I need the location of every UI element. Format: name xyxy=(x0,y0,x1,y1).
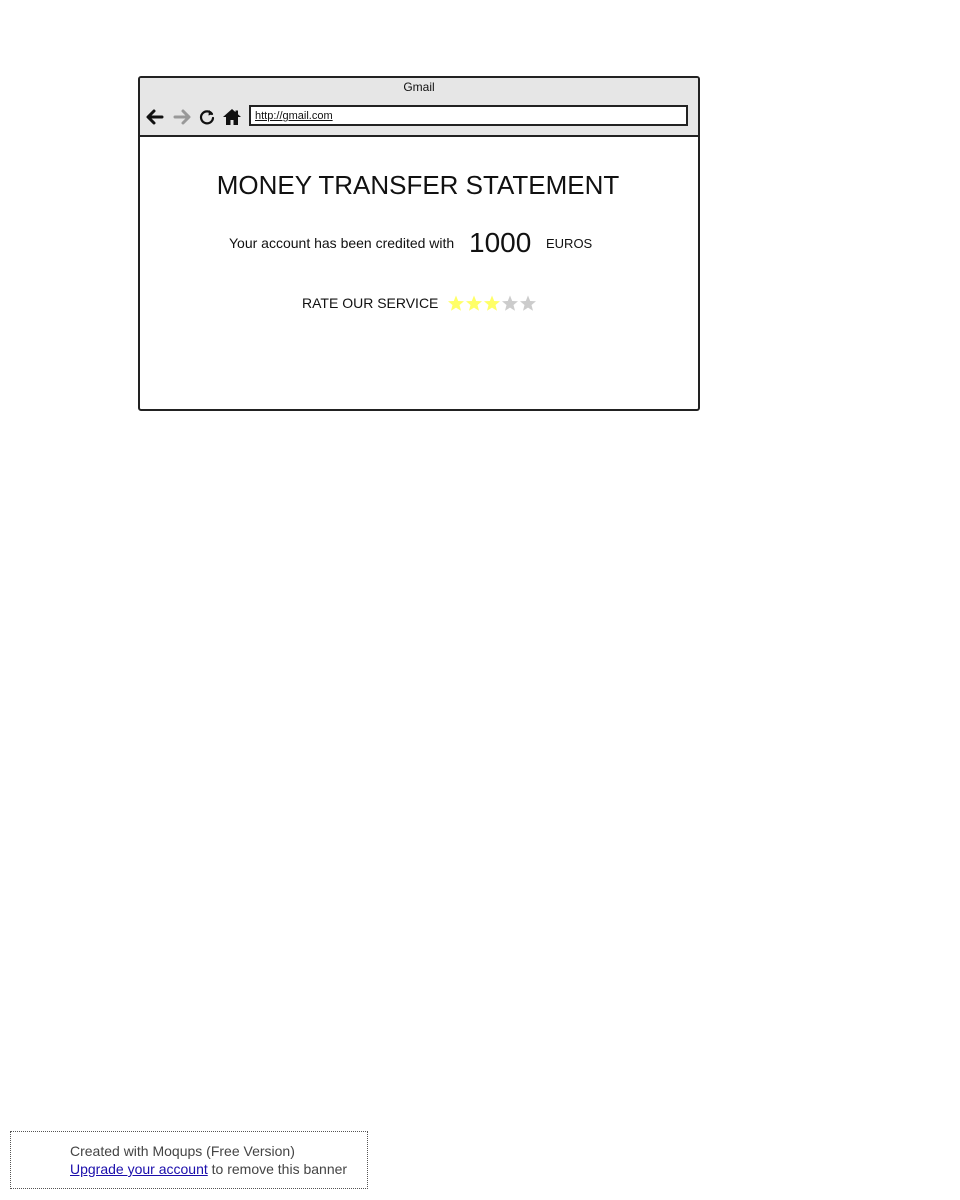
page-content: MONEY TRANSFER STATEMENT Your account ha… xyxy=(140,137,698,409)
home-icon xyxy=(223,109,241,125)
rate-service-label: RATE OUR SERVICE xyxy=(302,295,439,311)
banner-created-text: Created with Moqups (Free Version) xyxy=(70,1143,295,1159)
address-url[interactable]: http://gmail.com xyxy=(255,109,333,123)
forward-button[interactable] xyxy=(171,106,193,128)
reload-icon xyxy=(199,110,215,125)
star-filled-icon[interactable] xyxy=(447,293,465,313)
page-title: MONEY TRANSFER STATEMENT xyxy=(216,170,620,200)
upgrade-account-link[interactable]: Upgrade your account xyxy=(70,1161,208,1177)
star-empty-icon[interactable] xyxy=(501,293,519,313)
window-title: Gmail xyxy=(403,80,435,94)
browser-toolbar: Gmail http://gmail.com xyxy=(140,78,698,137)
browser-window: Gmail http://gmail.com MONEY TRANSFER ST… xyxy=(138,76,700,411)
back-button[interactable] xyxy=(144,106,166,128)
credit-amount: 1000 xyxy=(469,227,532,258)
star-filled-icon[interactable] xyxy=(465,293,483,313)
banner-remove-text: to remove this banner xyxy=(207,1161,348,1177)
reload-button[interactable] xyxy=(196,106,218,128)
star-rating[interactable] xyxy=(447,293,537,313)
banner-upgrade-line: Upgrade your account to remove this bann… xyxy=(70,1160,347,1178)
credit-currency: EUROS xyxy=(546,236,593,251)
home-button[interactable] xyxy=(221,106,243,128)
address-bar[interactable]: http://gmail.com xyxy=(249,105,688,126)
back-arrow-icon xyxy=(146,109,164,125)
moqups-banner: Created with Moqups (Free Version) Upgra… xyxy=(10,1131,368,1189)
credit-message: Your account has been credited with xyxy=(229,235,455,251)
star-empty-icon[interactable] xyxy=(519,293,537,313)
star-filled-icon[interactable] xyxy=(483,293,501,313)
forward-arrow-icon xyxy=(173,109,191,125)
